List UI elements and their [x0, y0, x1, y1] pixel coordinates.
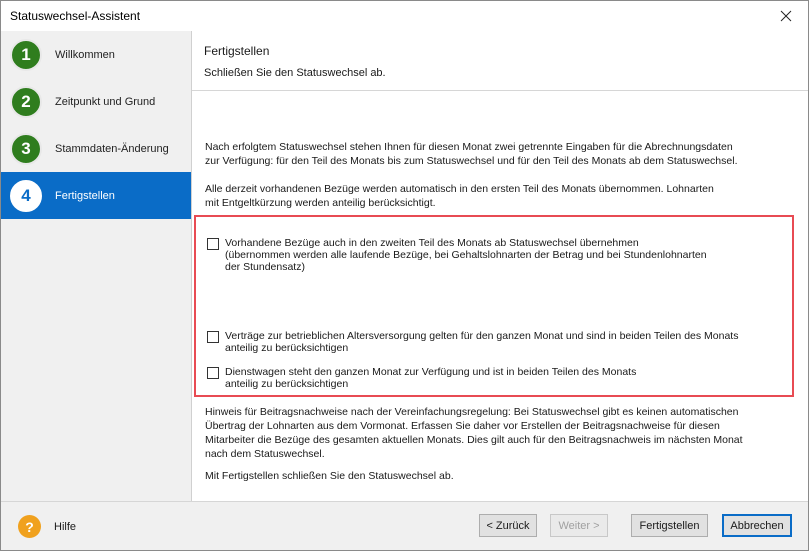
info-paragraph: Alle derzeit vorhandenen Bezüge werden a… [205, 182, 795, 210]
step-number-badge: 1 [10, 38, 42, 71]
finish-button[interactable]: Fertigstellen [631, 514, 708, 537]
checkbox[interactable] [207, 238, 219, 250]
checkbox-label[interactable]: Dienstwagen steht den ganzen Monat zur V… [225, 366, 636, 390]
option-dienstwagen[interactable]: Dienstwagen steht den ganzen Monat zur V… [207, 366, 636, 390]
step-label: Fertigstellen [55, 189, 115, 202]
close-icon [780, 10, 792, 22]
page-title: Fertigstellen [204, 44, 270, 58]
window-title: Statuswechsel-Assistent [10, 9, 141, 23]
checkbox-label-line: (übernommen werden alle laufende Bezüge,… [225, 249, 707, 261]
wizard-window: Statuswechsel-Assistent 1 Willkommen 2 Z… [0, 0, 809, 551]
step-label: Willkommen [55, 48, 115, 61]
note-line: Mitarbeiter die Bezüge des gesamten aktu… [205, 434, 743, 446]
step-fertigstellen[interactable]: 4 Fertigstellen [1, 172, 191, 219]
closing-text: Mit Fertigstellen schließen Sie den Stat… [205, 470, 454, 482]
step-label: Zeitpunkt und Grund [55, 95, 156, 108]
next-button[interactable]: Weiter > [550, 514, 608, 537]
intro-line: Nach erfolgtem Statuswechsel stehen Ihne… [205, 141, 733, 153]
step-willkommen[interactable]: 1 Willkommen [1, 31, 191, 78]
intro-paragraph: Nach erfolgtem Statuswechsel stehen Ihne… [205, 140, 795, 168]
step-stammdaten-aenderung[interactable]: 3 Stammdaten-Änderung [1, 125, 191, 172]
title-bar: Statuswechsel-Assistent [1, 1, 808, 31]
step-number-badge: 2 [10, 85, 42, 118]
step-zeitpunkt-und-grund[interactable]: 2 Zeitpunkt und Grund [1, 78, 191, 125]
back-button[interactable]: < Zurück [479, 514, 537, 537]
header-divider [192, 90, 808, 91]
checkbox-label-line: anteilig zu berücksichtigen [225, 342, 349, 354]
help-link[interactable]: ? Hilfe [18, 515, 76, 538]
note-paragraph: Hinweis für Beitragsnachweise nach der V… [205, 405, 795, 461]
checkbox[interactable] [207, 331, 219, 343]
checkbox-label-line: anteilig zu berücksichtigen [225, 378, 349, 390]
wizard-steps-sidebar: 1 Willkommen 2 Zeitpunkt und Grund 3 Sta… [1, 31, 191, 501]
intro-line: zur Verfügung: für den Teil des Monats b… [205, 155, 738, 167]
step-number-badge: 4 [10, 179, 42, 212]
note-line: Übertrag der Lohnarten aus dem Vormonat.… [205, 420, 720, 432]
checkbox-label-line: Verträge zur betrieblichen Altersversorg… [225, 330, 739, 342]
checkbox-label-line: Dienstwagen steht den ganzen Monat zur V… [225, 366, 637, 378]
checkbox-label[interactable]: Vorhandene Bezüge auch in den zweiten Te… [225, 237, 707, 273]
info-line: mit Entgeltkürzung werden anteilig berüc… [205, 197, 436, 209]
page-subtitle: Schließen Sie den Statuswechsel ab. [204, 67, 386, 79]
help-icon: ? [18, 515, 41, 538]
checkbox-label-line: Vorhandene Bezüge auch in den zweiten Te… [225, 237, 639, 249]
note-line: Hinweis für Beitragsnachweise nach der V… [205, 406, 739, 418]
note-line: nach dem Statuswechsel. [205, 448, 325, 460]
step-label: Stammdaten-Änderung [55, 142, 169, 155]
help-label: Hilfe [54, 520, 77, 533]
checkbox-label-line: der Stundensatz) [225, 261, 305, 273]
option-altersversorgung[interactable]: Verträge zur betrieblichen Altersversorg… [207, 330, 738, 354]
wizard-footer: ? Hilfe < Zurück Weiter > Fertigstellen … [1, 501, 808, 550]
step-number-badge: 3 [10, 132, 42, 165]
checkbox[interactable] [207, 367, 219, 379]
option-vorhandene-bezuege[interactable]: Vorhandene Bezüge auch in den zweiten Te… [207, 237, 707, 273]
checkbox-label[interactable]: Verträge zur betrieblichen Altersversorg… [225, 330, 738, 354]
info-line: Alle derzeit vorhandenen Bezüge werden a… [205, 183, 714, 195]
close-button[interactable] [764, 1, 808, 31]
cancel-button[interactable]: Abbrechen [722, 514, 792, 537]
